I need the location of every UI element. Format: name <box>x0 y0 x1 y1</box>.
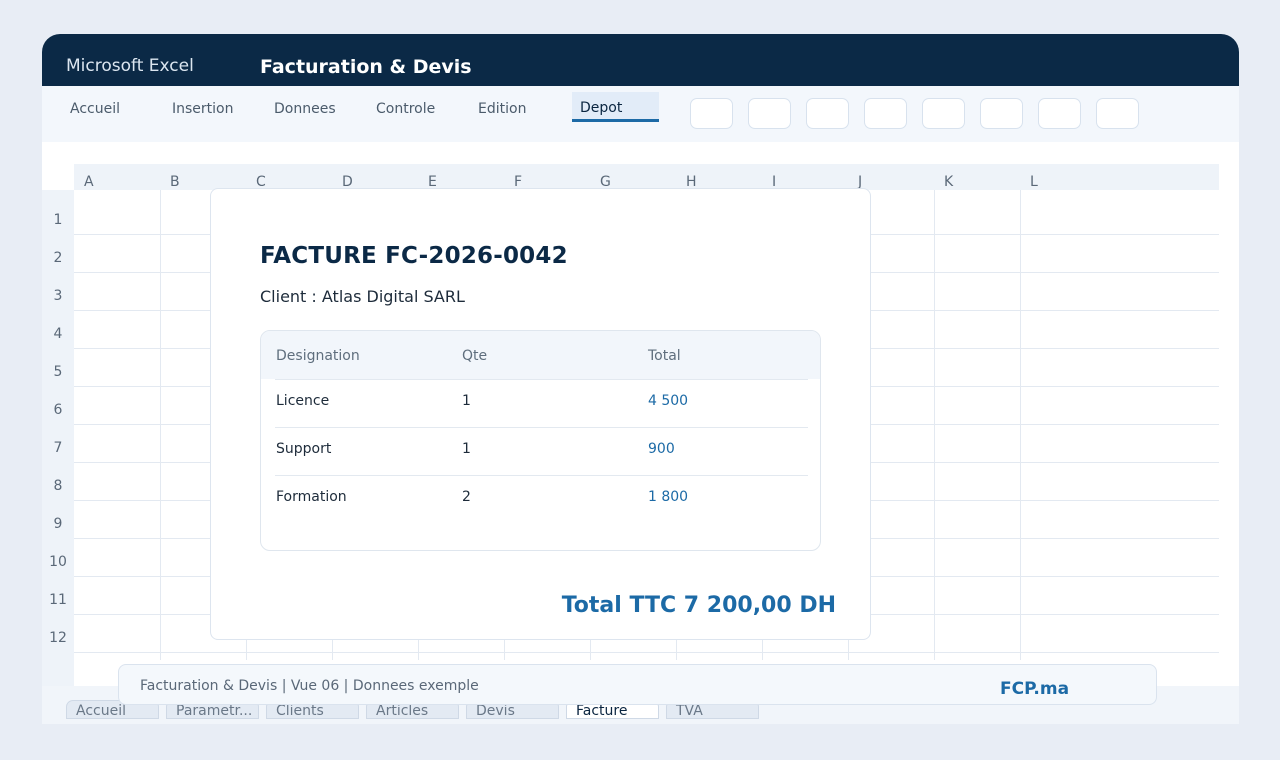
ribbon-button[interactable] <box>748 98 791 129</box>
invoice-title: FACTURE FC-2026-0042 <box>260 243 568 269</box>
row-header-10[interactable]: 10 <box>42 554 74 570</box>
column-header-a[interactable]: A <box>84 174 94 190</box>
ribbon-button[interactable] <box>1096 98 1139 129</box>
table-row: Support 1 900 <box>275 427 808 475</box>
ribbon-tab-donnees[interactable]: Donnees <box>274 101 336 117</box>
ribbon-button[interactable] <box>864 98 907 129</box>
app-name: Microsoft Excel <box>66 56 194 76</box>
row-header-5[interactable]: 5 <box>42 364 74 380</box>
ribbon-tab-depot[interactable]: Depot <box>572 92 659 122</box>
invoice-table: Designation Qte Total Licence 1 4 500 Su… <box>260 330 821 551</box>
cell-total: 1 800 <box>648 489 689 505</box>
grid-column-line <box>160 190 161 660</box>
grid-column-line <box>934 190 935 660</box>
grid-column-line <box>1020 190 1021 660</box>
invoice-total: Total TTC 7 200,00 DH <box>561 593 836 618</box>
row-header-8[interactable]: 8 <box>42 478 74 494</box>
invoice-card: FACTURE FC-2026-0042 Client : Atlas Digi… <box>210 188 871 640</box>
title-bar: Microsoft Excel Facturation & Devis <box>42 34 1239 86</box>
ribbon-tab-controle[interactable]: Controle <box>376 101 435 117</box>
cell-designation: Licence <box>276 393 330 409</box>
header-total: Total <box>648 348 681 364</box>
ribbon-tab-accueil[interactable]: Accueil <box>70 101 120 117</box>
table-row: Licence 1 4 500 <box>275 379 808 427</box>
cell-total: 4 500 <box>648 393 689 409</box>
cell-qte: 1 <box>462 393 471 409</box>
column-header-b[interactable]: B <box>170 174 180 190</box>
document-title: Facturation & Devis <box>260 56 472 78</box>
ribbon-tab-insertion[interactable]: Insertion <box>172 101 233 117</box>
row-header-11[interactable]: 11 <box>42 592 74 608</box>
footer-text: Facturation & Devis | Vue 06 | Donnees e… <box>140 678 479 694</box>
ribbon-button[interactable] <box>690 98 733 129</box>
row-header-4[interactable]: 4 <box>42 326 74 342</box>
row-header-12[interactable]: 12 <box>42 630 74 646</box>
header-designation: Designation <box>276 348 360 364</box>
table-header: Designation Qte Total <box>261 331 820 379</box>
table-row: Formation 2 1 800 <box>275 475 808 523</box>
header-qte: Qte <box>462 348 488 364</box>
ribbon-button[interactable] <box>980 98 1023 129</box>
cell-designation: Formation <box>276 489 347 505</box>
row-header-7[interactable]: 7 <box>42 440 74 456</box>
ribbon-tab-edition[interactable]: Edition <box>478 101 526 117</box>
footer-bar: Facturation & Devis | Vue 06 | Donnees e… <box>118 664 1157 705</box>
cell-qte: 1 <box>462 441 471 457</box>
ribbon: Accueil Insertion Donnees Controle Editi… <box>42 86 1239 142</box>
ribbon-button[interactable] <box>806 98 849 129</box>
cell-total: 900 <box>648 441 675 457</box>
cell-designation: Support <box>276 441 332 457</box>
row-header-bar: 1 2 3 4 5 6 7 8 9 10 11 12 <box>42 190 74 686</box>
column-header-l[interactable]: L <box>1030 174 1038 190</box>
column-header-k[interactable]: K <box>944 174 953 190</box>
footer-brand: FCP.ma <box>1000 679 1070 699</box>
row-header-6[interactable]: 6 <box>42 402 74 418</box>
cell-qte: 2 <box>462 489 471 505</box>
ribbon-button[interactable] <box>1038 98 1081 129</box>
invoice-client: Client : Atlas Digital SARL <box>260 287 465 306</box>
row-header-2[interactable]: 2 <box>42 250 74 266</box>
ribbon-button[interactable] <box>922 98 965 129</box>
row-header-1[interactable]: 1 <box>42 212 74 228</box>
row-header-9[interactable]: 9 <box>42 516 74 532</box>
column-header-bar: A B C D E F G H I J K L <box>74 164 1219 190</box>
row-header-3[interactable]: 3 <box>42 288 74 304</box>
